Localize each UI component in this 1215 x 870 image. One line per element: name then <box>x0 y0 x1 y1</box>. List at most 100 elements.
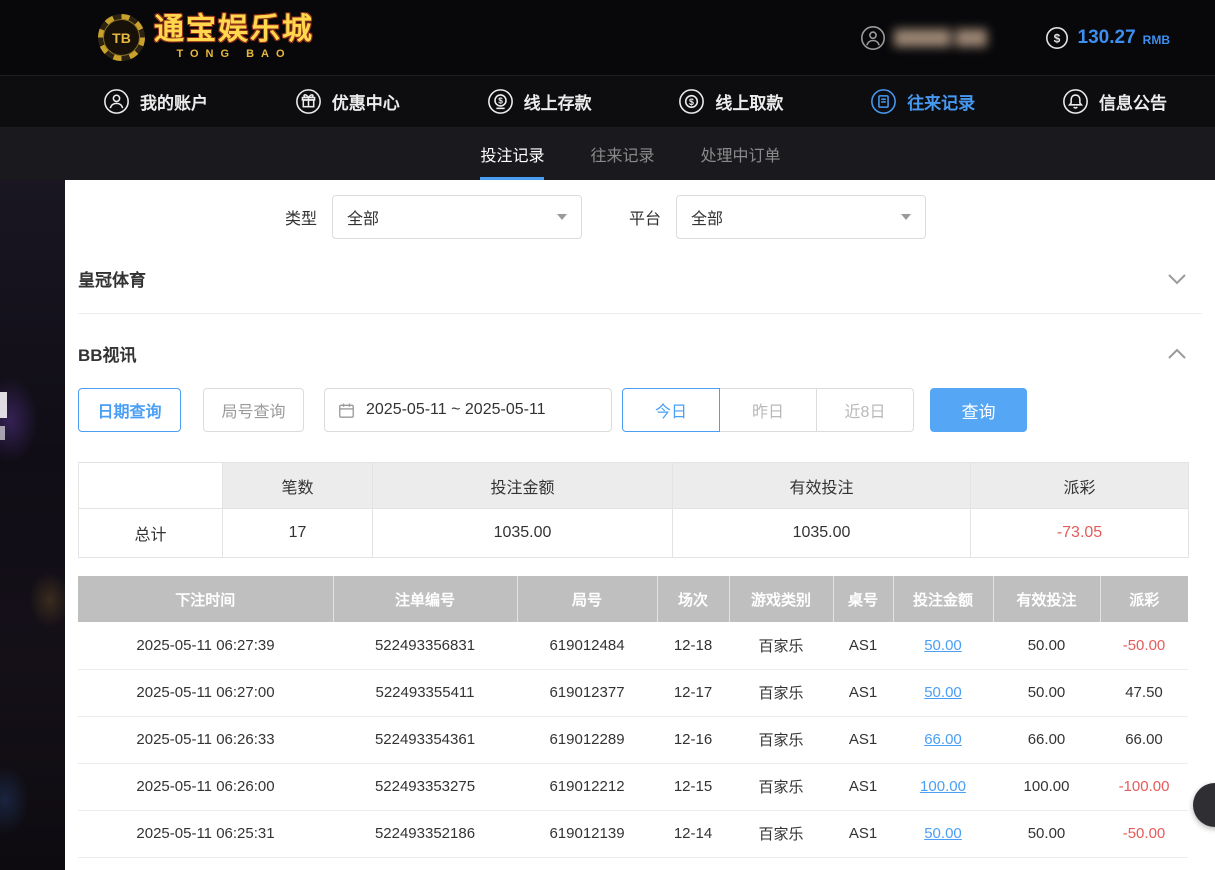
chevron-up-icon[interactable] <box>1166 346 1188 362</box>
cell-table-no: AS1 <box>833 622 893 669</box>
today-button[interactable]: 今日 <box>622 388 720 432</box>
summary-total-label: 总计 <box>79 509 223 558</box>
col-header-valid-bet: 有效投注 <box>993 576 1100 622</box>
cell-valid-bet: 50.00 <box>993 810 1100 857</box>
cell-payout: 47.50 <box>1100 669 1188 716</box>
bet-amount-link[interactable]: 100.00 <box>893 763 993 810</box>
svg-text:$: $ <box>1053 31 1060 45</box>
user-block[interactable]: █████▌███ <box>860 25 987 51</box>
cell-bet-no: 522493356831 <box>333 622 517 669</box>
bet-amount-link[interactable]: 50.00 <box>893 669 993 716</box>
chevron-down-icon <box>557 214 567 220</box>
type-filter-label: 类型 <box>285 205 317 229</box>
cell-table-no: AS1 <box>833 763 893 810</box>
brand-logo[interactable]: TB 通宝娱乐城 TONG BAO <box>98 14 314 61</box>
platform-select-value: 全部 <box>691 205 723 229</box>
user-icon <box>103 88 130 115</box>
nav-item-promotions[interactable]: 优惠中心 <box>295 88 400 115</box>
nav-item-my-account[interactable]: 我的账户 <box>103 88 208 115</box>
bet-amount-link[interactable]: 66.00 <box>893 716 993 763</box>
section-bb-video[interactable]: BB视讯 <box>78 341 1202 366</box>
tab-transaction-records[interactable]: 往来记录 <box>590 127 654 180</box>
section-title: BB视讯 <box>78 341 137 366</box>
chevron-down-icon <box>901 214 911 220</box>
col-header-bet-no: 注单编号 <box>333 576 517 622</box>
background-game-strip <box>0 180 65 870</box>
summary-count: 17 <box>223 509 373 558</box>
table-row: 2025-05-11 06:27:00 522493355411 6190123… <box>78 669 1188 716</box>
bet-amount-link[interactable]: 50.00 <box>893 810 993 857</box>
type-select-value: 全部 <box>347 205 379 229</box>
quick-date-button-group: 今日 昨日 近8日 <box>622 388 914 432</box>
tab-processing-orders[interactable]: 处理中订单 <box>701 127 781 180</box>
summary-header-payout: 派彩 <box>971 463 1189 509</box>
date-query-button[interactable]: 日期查询 <box>78 388 181 432</box>
avatar-icon <box>860 25 886 51</box>
nav-item-deposit[interactable]: $ 线上存款 <box>487 88 592 115</box>
date-range-input[interactable]: 2025-05-11 ~ 2025-05-11 <box>324 388 612 432</box>
yesterday-button[interactable]: 昨日 <box>719 388 817 432</box>
cell-bet-no: 522493355411 <box>333 669 517 716</box>
cell-session: 12-17 <box>657 669 729 716</box>
chip-core: TB <box>103 19 140 56</box>
cell-time: 2025-05-11 06:26:33 <box>78 716 333 763</box>
background-detail <box>0 426 5 440</box>
page: TB 通宝娱乐城 TONG BAO █████▌███ <box>0 0 1215 870</box>
balance-block[interactable]: $ 130.27 RMB <box>1045 26 1170 50</box>
table-row: 2025-05-11 06:26:00 522493353275 6190122… <box>78 763 1188 810</box>
svg-text:$: $ <box>689 97 694 107</box>
nav-item-label: 线上取款 <box>715 89 783 114</box>
cell-game-type: 百家乐 <box>729 810 833 857</box>
chevron-down-icon[interactable] <box>1166 271 1188 287</box>
cell-time: 2025-05-11 06:26:00 <box>78 763 333 810</box>
query-controls: 日期查询 局号查询 2025-05-11 ~ 2025-05-11 今日 昨日 … <box>78 388 1215 432</box>
platform-select[interactable]: 全部 <box>676 195 926 239</box>
table-row: 2025-05-11 06:25:31 522493352186 6190121… <box>78 810 1188 857</box>
bet-amount-link[interactable]: 50.00 <box>893 622 993 669</box>
cell-bet-no: 522493353275 <box>333 763 517 810</box>
dollar-coin-icon: $ <box>1045 26 1069 50</box>
round-query-button[interactable]: 局号查询 <box>203 388 304 432</box>
tab-bet-records[interactable]: 投注记录 <box>480 127 544 180</box>
cell-session: 12-15 <box>657 763 729 810</box>
balance-amount: 130.27 <box>1078 27 1136 49</box>
cell-bet-no: 522493354361 <box>333 716 517 763</box>
last-8-days-button[interactable]: 近8日 <box>816 388 914 432</box>
nav-item-label: 我的账户 <box>140 89 208 114</box>
balance-currency: RMB <box>1143 29 1170 47</box>
cell-bet-no: 522493352186 <box>333 810 517 857</box>
nav-item-withdraw[interactable]: $ 线上取款 <box>678 88 783 115</box>
username-masked[interactable]: █████▌███ <box>894 29 987 47</box>
cell-round-no: 619012139 <box>517 810 657 857</box>
section-crown-sports[interactable]: 皇冠体育 <box>78 266 1202 314</box>
nav-item-label: 往来记录 <box>907 89 975 114</box>
main-nav: 我的账户 优惠中心 $ 线上存款 <box>0 75 1215 127</box>
records-icon <box>870 88 897 115</box>
table-row: 2025-05-11 06:26:33 522493354361 6190122… <box>78 716 1188 763</box>
summary-header-count: 笔数 <box>223 463 373 509</box>
cell-round-no: 619012377 <box>517 669 657 716</box>
cell-time: 2025-05-11 06:27:00 <box>78 669 333 716</box>
content-panel: 类型 全部 平台 全部 皇冠体育 BB视讯 <box>65 180 1215 870</box>
filter-row: 类型 全部 平台 全部 <box>65 195 1215 239</box>
cell-payout: -50.00 <box>1100 622 1188 669</box>
cell-round-no: 619012484 <box>517 622 657 669</box>
cell-payout: 66.00 <box>1100 716 1188 763</box>
gift-icon <box>295 88 322 115</box>
summary-header-row: 笔数 投注金额 有效投注 派彩 <box>79 463 1189 509</box>
summary-header-blank <box>79 463 223 509</box>
summary-payout: -73.05 <box>971 509 1189 558</box>
nav-item-announcements[interactable]: 信息公告 <box>1062 88 1167 115</box>
poker-chip-icon: TB <box>98 14 145 61</box>
nav-item-records[interactable]: 往来记录 <box>870 88 975 115</box>
type-select[interactable]: 全部 <box>332 195 582 239</box>
nav-item-label: 优惠中心 <box>332 89 400 114</box>
col-header-round-no: 局号 <box>517 576 657 622</box>
header-right: █████▌███ $ 130.27 RMB <box>860 25 1170 51</box>
col-header-session: 场次 <box>657 576 729 622</box>
summary-header-valid: 有效投注 <box>673 463 971 509</box>
search-button[interactable]: 查询 <box>930 388 1027 432</box>
bell-icon <box>1062 88 1089 115</box>
cell-table-no: AS1 <box>833 810 893 857</box>
cell-valid-bet: 50.00 <box>993 622 1100 669</box>
